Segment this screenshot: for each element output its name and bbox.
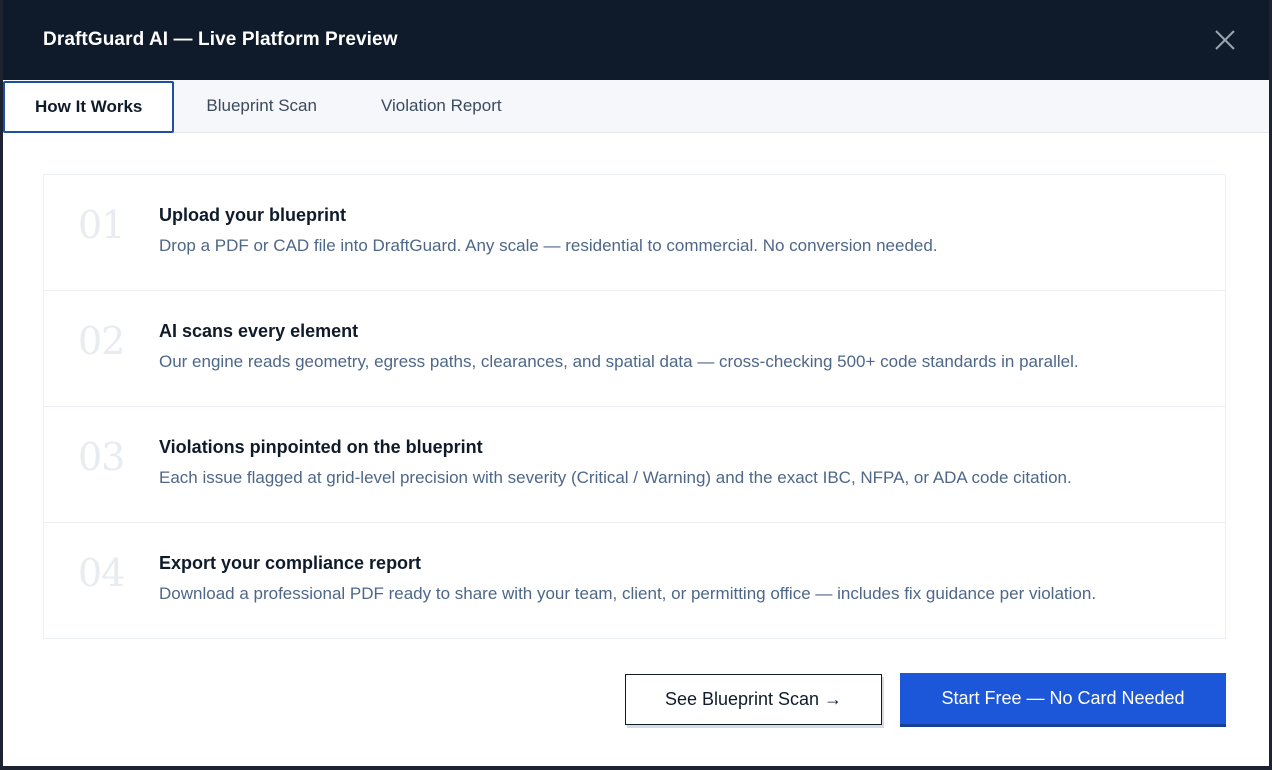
steps-list: 01 Upload your blueprint Drop a PDF or C… xyxy=(43,174,1226,639)
action-bar: See Blueprint Scan → Start Free — No Car… xyxy=(625,673,1226,727)
tab-how-it-works[interactable]: How It Works xyxy=(3,81,175,133)
modal-header: DraftGuard AI — Live Platform Preview xyxy=(3,0,1269,80)
step-title: Upload your blueprint xyxy=(159,205,346,225)
tab-violation-report[interactable]: Violation Report xyxy=(349,80,534,132)
see-blueprint-scan-button[interactable]: See Blueprint Scan → xyxy=(625,674,882,725)
preview-modal: DraftGuard AI — Live Platform Preview Ho… xyxy=(3,0,1269,766)
step-description: Download a professional PDF ready to sha… xyxy=(159,584,1097,603)
step-item: 04 Export your compliance report Downloa… xyxy=(44,523,1225,638)
close-button[interactable] xyxy=(1209,24,1241,56)
step-title: AI scans every element xyxy=(159,321,359,341)
step-number: 01 xyxy=(78,203,125,247)
step-number: 04 xyxy=(78,551,125,595)
step-number: 03 xyxy=(78,435,125,479)
tab-bar: How It Works Blueprint Scan Violation Re… xyxy=(3,80,1269,133)
step-item: 01 Upload your blueprint Drop a PDF or C… xyxy=(44,175,1225,291)
tab-blueprint-scan[interactable]: Blueprint Scan xyxy=(174,80,349,132)
step-item: 03 Violations pinpointed on the blueprin… xyxy=(44,407,1225,523)
step-description: Drop a PDF or CAD file into DraftGuard. … xyxy=(159,236,938,255)
start-free-button[interactable]: Start Free — No Card Needed xyxy=(900,673,1226,727)
step-item: 02 AI scans every element Our engine rea… xyxy=(44,291,1225,407)
step-description: Each issue flagged at grid-level precisi… xyxy=(159,468,1072,487)
modal-title: DraftGuard AI — Live Platform Preview xyxy=(43,29,398,50)
close-icon xyxy=(1215,30,1235,50)
step-number: 02 xyxy=(78,319,125,363)
step-description: Our engine reads geometry, egress paths,… xyxy=(159,352,1079,371)
step-title: Export your compliance report xyxy=(159,553,422,573)
step-title: Violations pinpointed on the blueprint xyxy=(159,437,483,457)
